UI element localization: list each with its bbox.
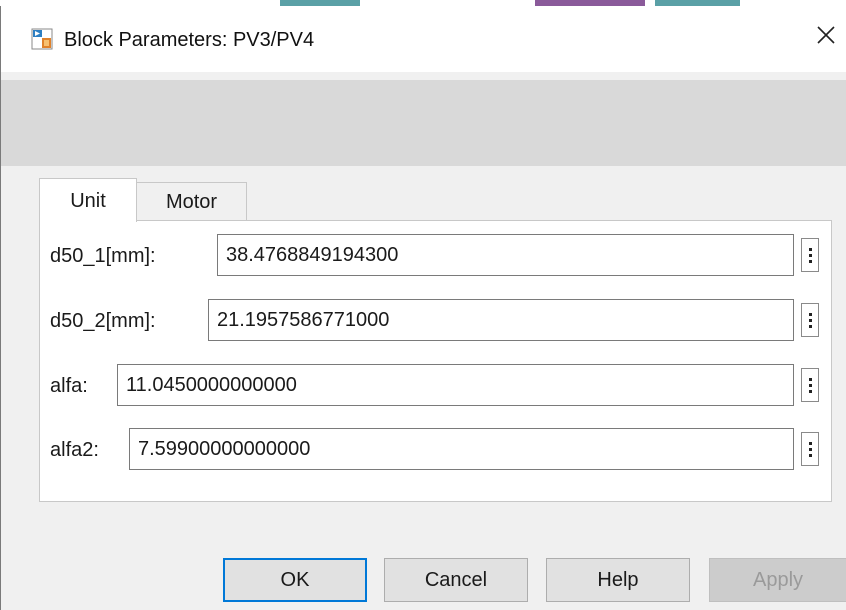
simulink-block-icon	[31, 28, 53, 50]
vertical-dots-icon	[808, 312, 812, 316]
param-label-d50-2: d50_2[mm]:	[50, 310, 156, 332]
param-field-alfa2[interactable]	[129, 428, 794, 470]
vertical-dots-icon	[808, 247, 812, 251]
apply-button-label: Apply	[752, 568, 804, 591]
tab-motor[interactable]: Motor	[137, 182, 247, 220]
param-label-alfa2: alfa2:	[50, 439, 99, 461]
param-field-d50-1[interactable]	[217, 234, 794, 276]
param-field-d50-2[interactable]	[208, 299, 794, 341]
tab-unit-label: Unit	[70, 189, 106, 212]
description-area	[1, 80, 846, 166]
help-button-label: Help	[597, 568, 639, 591]
ok-button[interactable]: OK	[223, 558, 367, 602]
param-menu-button-alfa[interactable]	[801, 368, 819, 402]
ok-button-label: OK	[280, 568, 310, 591]
cancel-button[interactable]: Cancel	[384, 558, 528, 602]
param-field-alfa[interactable]	[117, 364, 794, 406]
title-bar: Block Parameters: PV3/PV4	[1, 6, 846, 72]
close-button[interactable]	[807, 18, 845, 56]
apply-button[interactable]: Apply	[709, 558, 846, 602]
param-menu-button-d50-2[interactable]	[801, 303, 819, 337]
vertical-dots-icon	[808, 441, 812, 445]
param-menu-button-d50-1[interactable]	[801, 238, 819, 272]
block-parameters-dialog: Block Parameters: PV3/PV4 Unit Motor d50…	[0, 6, 846, 610]
cancel-button-label: Cancel	[424, 568, 488, 591]
help-button[interactable]: Help	[546, 558, 690, 602]
dialog-title: Block Parameters: PV3/PV4	[64, 29, 315, 51]
close-icon	[816, 25, 836, 50]
tab-motor-label: Motor	[165, 190, 218, 213]
vertical-dots-icon	[808, 377, 812, 381]
param-label-d50-1: d50_1[mm]:	[50, 245, 156, 267]
param-menu-button-alfa2[interactable]	[801, 432, 819, 466]
param-label-alfa: alfa:	[50, 375, 88, 397]
tab-unit[interactable]: Unit	[39, 178, 137, 222]
